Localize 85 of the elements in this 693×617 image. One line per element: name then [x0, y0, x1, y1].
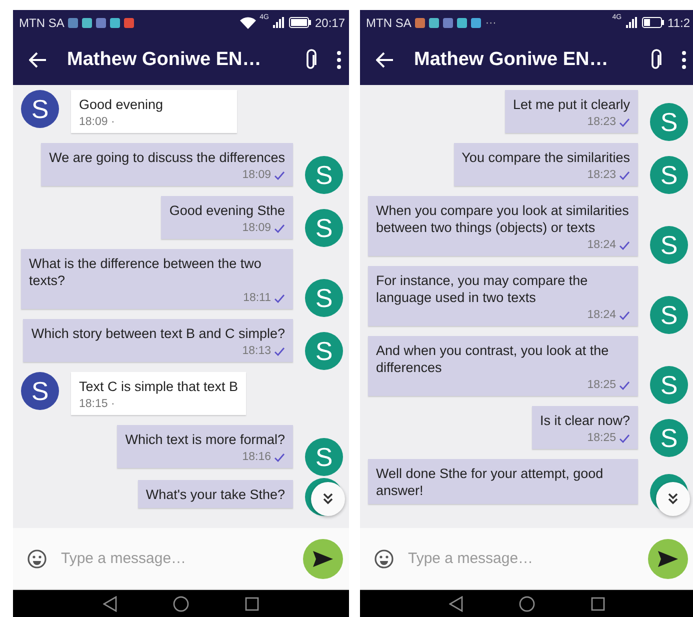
chevron-down-icon	[667, 493, 679, 505]
paperclip-icon[interactable]	[650, 49, 662, 71]
carrier-name: MTN SA	[366, 16, 412, 30]
paperclip-icon[interactable]	[305, 49, 317, 71]
message-time: 18:23	[587, 116, 616, 128]
message-time: 18:09	[242, 169, 271, 181]
check-icon	[619, 434, 630, 442]
message-time: 18:16	[242, 451, 271, 463]
home-nav-icon[interactable]	[519, 596, 535, 612]
message-text: What is the difference between the two texts?	[29, 255, 262, 289]
battery-icon	[642, 17, 664, 28]
message-text: Text C is simple that text B	[79, 378, 238, 395]
chevron-down-icon	[322, 493, 334, 505]
message-text: Good evening Sthe	[169, 202, 285, 219]
chat-title: Mathew Goniwe EN…	[67, 49, 262, 71]
avatar: S	[650, 366, 688, 404]
message-text: Let me put it clearly	[512, 96, 630, 113]
avatar: S	[21, 372, 59, 410]
message-text: You compare the similarities	[462, 149, 630, 166]
send-icon	[312, 550, 334, 568]
message-text: Which story between text B and C simple?	[31, 325, 285, 342]
clock: 20:17	[314, 16, 345, 30]
back-nav-icon[interactable]	[103, 596, 117, 612]
carrier-name: MTN SA	[19, 16, 64, 30]
message-time: 18:25	[587, 379, 616, 391]
message-text: Well done Sthe for your attempt, good answer!	[376, 465, 604, 499]
emoji-icon[interactable]	[27, 548, 47, 568]
avatar: S	[305, 156, 343, 194]
signal-icon	[626, 17, 638, 28]
avatar: S	[305, 279, 343, 317]
check-icon	[619, 380, 630, 390]
avatar: S	[21, 90, 59, 128]
message-text: What's your take Sthe?	[146, 486, 285, 503]
check-icon	[274, 224, 285, 232]
home-nav-icon[interactable]	[173, 596, 189, 612]
message-text: When you compare you look at similarities between two things (objects) or texts	[376, 202, 630, 236]
back-button[interactable]	[376, 52, 394, 68]
message-time: 18:24	[587, 239, 616, 251]
recents-nav-icon[interactable]	[245, 596, 259, 610]
check-icon	[619, 170, 630, 180]
message-time: 18:23	[587, 169, 616, 181]
message-text: For instance, you may compare the language used in two texts	[376, 272, 589, 306]
emoji-icon[interactable]	[374, 548, 394, 568]
message-time: 18:13	[242, 345, 271, 357]
check-icon	[274, 294, 285, 302]
message-time: 18:24	[587, 309, 616, 321]
message-time: 18:15 ·	[79, 398, 115, 410]
message-time: 18:09 ·	[79, 116, 115, 128]
send-button[interactable]	[648, 538, 688, 578]
signal-icon	[272, 17, 285, 28]
avatar: S	[650, 103, 688, 141]
avatar: S	[305, 332, 343, 370]
message-time: 18:09	[242, 222, 271, 234]
check-icon	[274, 346, 285, 356]
check-icon	[619, 240, 630, 250]
avatar: S	[305, 438, 343, 476]
check-icon	[274, 170, 285, 180]
message-text: Good evening	[79, 96, 164, 113]
message-text: Which text is more formal?	[125, 431, 285, 448]
avatar: S	[650, 419, 688, 457]
check-icon	[274, 452, 285, 462]
scroll-down-button[interactable]	[656, 482, 690, 516]
message-text: We are going to discuss the differences	[49, 149, 285, 166]
avatar: S	[650, 226, 688, 264]
recents-nav-icon[interactable]	[591, 596, 605, 610]
avatar: S	[305, 209, 343, 247]
message-text: Is it clear now?	[540, 412, 630, 429]
scroll-down-button[interactable]	[311, 482, 345, 516]
battery-icon	[288, 17, 311, 28]
check-icon	[619, 310, 630, 320]
send-button[interactable]	[303, 538, 343, 578]
clock: 11:2	[668, 16, 690, 30]
check-icon	[619, 118, 630, 126]
message-text: And when you contrast, you look at the differences	[376, 342, 610, 376]
more-options-icon[interactable]	[337, 51, 341, 69]
message-time: 18:11	[243, 292, 271, 304]
back-nav-icon[interactable]	[449, 596, 463, 612]
send-icon	[657, 550, 679, 568]
chat-title: Mathew Goniwe EN…	[414, 49, 610, 71]
message-time: 18:25	[587, 432, 616, 444]
back-button[interactable]	[29, 52, 47, 68]
more-options-icon[interactable]	[682, 51, 686, 69]
avatar: S	[650, 296, 688, 334]
avatar: S	[650, 156, 688, 194]
more-notifications: ···	[485, 16, 496, 28]
